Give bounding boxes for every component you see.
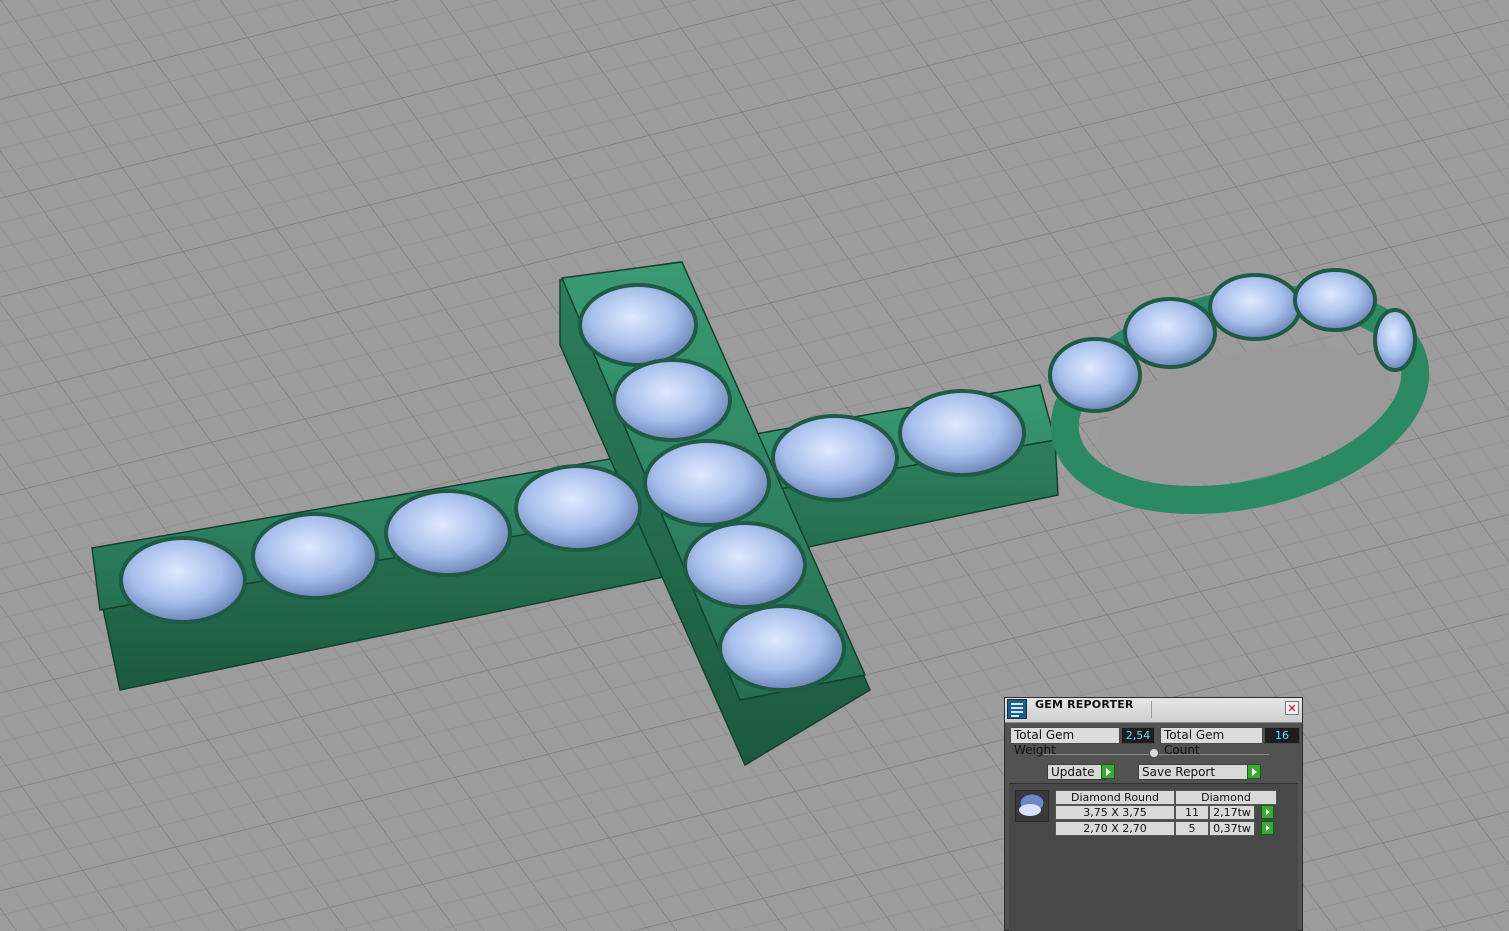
- gem-size: 3,75 X 3,75: [1055, 805, 1175, 820]
- gem: [718, 604, 846, 692]
- gem-count: 11: [1175, 805, 1209, 820]
- total-gem-weight-label: Total Gem Weight: [1010, 727, 1120, 757]
- gem-size: 2,70 X 2,70: [1055, 821, 1175, 836]
- gem-count: 5: [1175, 821, 1209, 836]
- gem: [1123, 297, 1217, 369]
- gem: [119, 536, 247, 624]
- gem: [1208, 273, 1302, 341]
- gem: [1048, 337, 1142, 413]
- gem: [514, 464, 642, 552]
- gem-weight: 2,17tw: [1209, 805, 1255, 820]
- total-gem-count-value: 16: [1264, 727, 1300, 744]
- close-icon[interactable]: ✕: [1285, 701, 1299, 715]
- title-divider: [1151, 701, 1152, 718]
- panel-titlebar[interactable]: GEM REPORTER ✕: [1005, 698, 1302, 723]
- update-play-icon[interactable]: [1101, 764, 1115, 779]
- gem: [643, 439, 771, 527]
- gem-weight: 0,37tw: [1209, 821, 1255, 836]
- update-button[interactable]: Update: [1047, 764, 1107, 780]
- gem-reporter-panel[interactable]: GEM REPORTER ✕ Total Gem Weight 2,54 Tot…: [1004, 697, 1303, 931]
- gem: [612, 358, 732, 442]
- panel-title: GEM REPORTER: [1035, 698, 1134, 711]
- gem: [1373, 308, 1417, 372]
- gem: [683, 521, 807, 609]
- gem-reporter-icon: [1007, 699, 1027, 719]
- diamond-round-icon[interactable]: [1015, 790, 1049, 822]
- gem: [578, 283, 698, 367]
- gem: [251, 512, 379, 600]
- panel-slider-knob[interactable]: [1149, 748, 1159, 758]
- row-play-icon[interactable]: [1261, 805, 1274, 819]
- shape-header: Diamond Round: [1055, 790, 1175, 805]
- gem: [898, 389, 1026, 477]
- total-gem-weight-value: 2,54: [1121, 727, 1155, 744]
- save-report-play-icon[interactable]: [1247, 764, 1261, 779]
- material-header: Diamond: [1175, 790, 1277, 805]
- save-report-button[interactable]: Save Report: [1138, 764, 1248, 780]
- gem-list: Diamond Round Diamond 3,75 X 3,75 11 2,1…: [1009, 783, 1298, 931]
- row-play-icon[interactable]: [1261, 821, 1274, 835]
- gem: [384, 489, 512, 577]
- gem: [1293, 268, 1377, 332]
- total-gem-count-label: Total Gem Count: [1160, 727, 1263, 757]
- gem: [771, 414, 899, 502]
